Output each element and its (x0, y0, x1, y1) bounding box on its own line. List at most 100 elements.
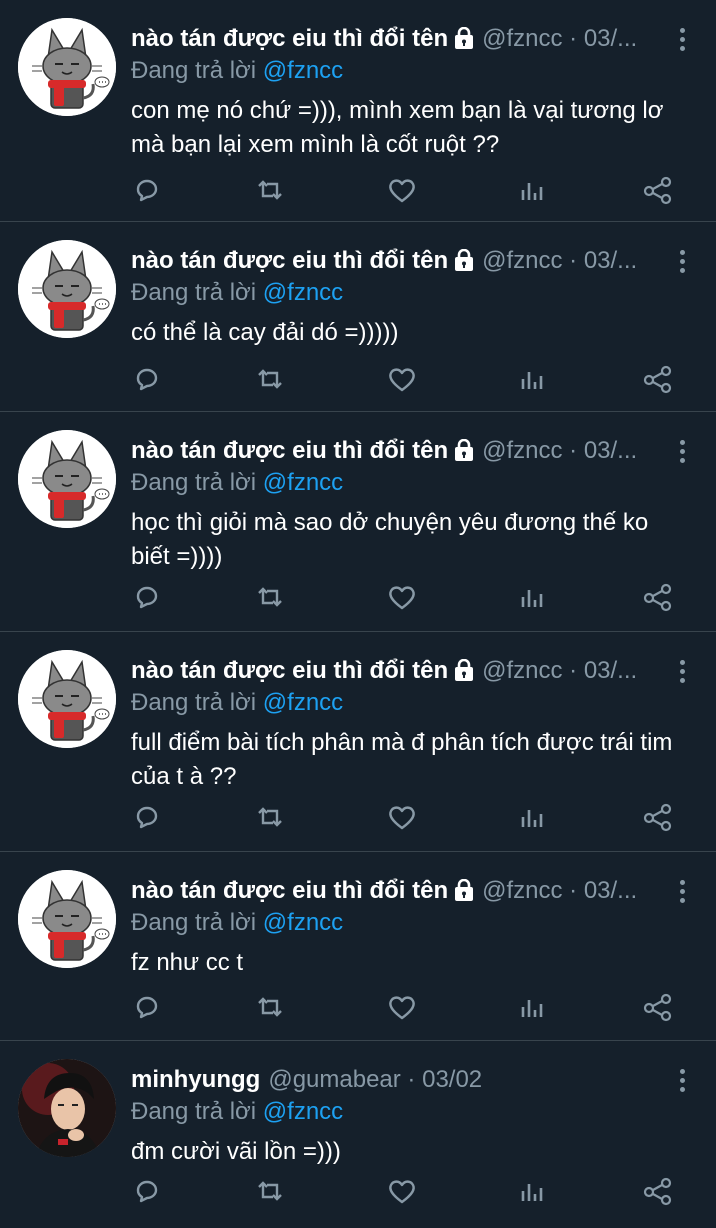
tweet-5[interactable]: nào tán được eiu thì đổi tên @fzncc · 03/… (0, 852, 716, 1041)
lock-icon (453, 658, 475, 686)
tweet-3[interactable]: nào tán được eiu thì đổi tên @fzncc · 03/… (0, 412, 716, 632)
analytics-button[interactable] (514, 1174, 548, 1208)
share-button[interactable] (641, 990, 675, 1024)
reply-button[interactable] (130, 800, 164, 834)
more-vertical-icon[interactable] (678, 660, 686, 686)
display-name[interactable]: nào tán được eiu thì đổi tên (131, 437, 448, 464)
reply-icon (130, 362, 164, 396)
more-vertical-icon[interactable] (678, 28, 686, 54)
share-button[interactable] (641, 362, 675, 396)
tweet-header: nào tán được eiu thì đổi tên @fzncc · 03/… (131, 876, 666, 906)
tweet-2[interactable]: nào tán được eiu thì đổi tên @fzncc · 03/… (0, 222, 716, 412)
analytics-button[interactable] (514, 173, 548, 207)
analytics-button[interactable] (514, 362, 548, 396)
analytics-button[interactable] (514, 990, 548, 1024)
user-handle[interactable]: @gumabear · 03/02 (268, 1066, 482, 1093)
user-handle[interactable]: @fzncc · 03/... (482, 437, 637, 464)
reply-icon (130, 1174, 164, 1208)
tweet-1[interactable]: nào tán được eiu thì đổi tên @fzncc · 03/… (0, 0, 716, 222)
retweet-button[interactable] (253, 1174, 287, 1208)
tweet-actions (0, 580, 716, 614)
reply-to-link[interactable]: @fzncc (263, 57, 343, 84)
retweet-icon (253, 580, 287, 614)
like-button[interactable] (385, 990, 419, 1024)
reply-button[interactable] (130, 580, 164, 614)
display-name[interactable]: nào tán được eiu thì đổi tên (131, 247, 448, 274)
share-button[interactable] (641, 1174, 675, 1208)
more-vertical-icon[interactable] (678, 250, 686, 276)
tweet-6[interactable]: minhyungg @gumabear · 03/02 Đang trả lời @… (0, 1041, 716, 1228)
reply-prefix: Đang trả lời (131, 1098, 257, 1125)
display-name[interactable]: minhyungg (131, 1066, 260, 1093)
reply-to-link[interactable]: @fzncc (263, 279, 343, 306)
reply-to-link[interactable]: @fzncc (263, 1098, 343, 1125)
tweet-text: con mẹ nó chứ =))), mình xem bạn là vại … (131, 97, 664, 158)
user-handle[interactable]: @fzncc · 03/... (482, 25, 637, 52)
tweet-actions (0, 800, 716, 834)
tweet-actions (0, 362, 716, 396)
tweet-actions (0, 173, 716, 207)
avatar[interactable] (18, 240, 116, 338)
avatar[interactable] (18, 650, 116, 748)
reply-to-link[interactable]: @fzncc (263, 909, 343, 936)
retweet-button[interactable] (253, 990, 287, 1024)
tweet-actions (0, 990, 716, 1024)
reply-button[interactable] (130, 173, 164, 207)
retweet-icon (253, 1174, 287, 1208)
tweet-text: học thì giỏi mà sao dở chuyện yêu đương … (131, 509, 649, 570)
reply-icon (130, 800, 164, 834)
share-icon (641, 800, 675, 834)
user-handle[interactable]: @fzncc · 03/... (482, 657, 637, 684)
reply-button[interactable] (130, 1174, 164, 1208)
retweet-icon (253, 800, 287, 834)
avatar[interactable] (18, 1059, 116, 1157)
reply-prefix: Đang trả lời (131, 469, 257, 496)
heart-icon (385, 800, 419, 834)
like-button[interactable] (385, 580, 419, 614)
like-button[interactable] (385, 173, 419, 207)
lock-icon (453, 26, 475, 54)
analytics-button[interactable] (514, 800, 548, 834)
retweet-button[interactable] (253, 173, 287, 207)
replying-to: Đang trả lời @fzncc (131, 908, 343, 938)
avatar[interactable] (18, 870, 116, 968)
share-button[interactable] (641, 173, 675, 207)
share-button[interactable] (641, 580, 675, 614)
like-button[interactable] (385, 800, 419, 834)
heart-icon (385, 362, 419, 396)
retweet-icon (253, 362, 287, 396)
analytics-icon (514, 362, 548, 396)
user-handle[interactable]: @fzncc · 03/... (482, 877, 637, 904)
tweet-4[interactable]: nào tán được eiu thì đổi tên @fzncc · 03/… (0, 632, 716, 852)
analytics-button[interactable] (514, 580, 548, 614)
tweet-header: minhyungg @gumabear · 03/02 (131, 1065, 666, 1095)
heart-icon (385, 990, 419, 1024)
display-name[interactable]: nào tán được eiu thì đổi tên (131, 657, 448, 684)
share-button[interactable] (641, 800, 675, 834)
user-handle[interactable]: @fzncc · 03/... (482, 247, 637, 274)
reply-to-link[interactable]: @fzncc (263, 469, 343, 496)
retweet-button[interactable] (253, 580, 287, 614)
tweet-header: nào tán được eiu thì đổi tên @fzncc · 03/… (131, 656, 666, 686)
display-name[interactable]: nào tán được eiu thì đổi tên (131, 877, 448, 904)
like-button[interactable] (385, 362, 419, 396)
share-icon (641, 990, 675, 1024)
avatar[interactable] (18, 430, 116, 528)
reply-to-link[interactable]: @fzncc (263, 689, 343, 716)
more-vertical-icon[interactable] (678, 1069, 686, 1095)
more-vertical-icon[interactable] (678, 880, 686, 906)
tweet-header: nào tán được eiu thì đổi tên @fzncc · 03/… (131, 436, 666, 466)
heart-icon (385, 173, 419, 207)
display-name[interactable]: nào tán được eiu thì đổi tên (131, 25, 448, 52)
tweet-text: có thể là cay đải dó =))))) (131, 319, 399, 346)
analytics-icon (514, 173, 548, 207)
reply-button[interactable] (130, 990, 164, 1024)
more-vertical-icon[interactable] (678, 440, 686, 466)
reply-button[interactable] (130, 362, 164, 396)
like-button[interactable] (385, 1174, 419, 1208)
retweet-button[interactable] (253, 362, 287, 396)
replying-to: Đang trả lời @fzncc (131, 56, 343, 86)
retweet-button[interactable] (253, 800, 287, 834)
reply-icon (130, 580, 164, 614)
avatar[interactable] (18, 18, 116, 116)
